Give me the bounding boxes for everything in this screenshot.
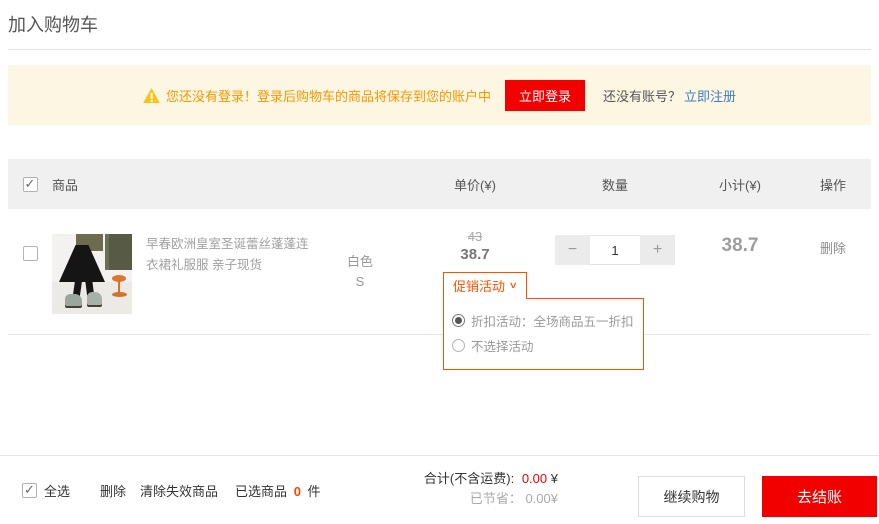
promotion-button-label: 促销活动 — [453, 276, 505, 295]
radio-unselected-icon — [452, 339, 465, 352]
header-quantity: 数量 — [545, 175, 685, 194]
select-all-label[interactable]: 全选 — [44, 481, 70, 500]
total-currency: ¥ — [551, 471, 558, 486]
promo-option-discount[interactable]: 折扣活动：全场商品五一折扣 — [452, 311, 635, 330]
delete-selected-link[interactable]: 删除 — [100, 481, 126, 500]
saved-value: 0.00¥ — [525, 491, 558, 506]
item-price-cell: 43 38.7 — [405, 209, 545, 263]
header-checkbox-cell — [8, 177, 52, 192]
selected-count-text: 已选商品 0 件 — [235, 481, 321, 500]
product-name[interactable]: 早春欧洲皇室圣诞蕾丝蓬蓬连衣裙礼服服 亲子现货 — [146, 234, 314, 314]
login-now-button[interactable]: 立即登录 — [505, 80, 585, 111]
select-all-checkbox[interactable] — [22, 483, 37, 498]
image-cabinet-side-shape — [105, 234, 109, 270]
header-subtotal: 小计(¥) — [685, 175, 795, 194]
total-label: 合计(不含运费): — [424, 471, 514, 486]
promo-option-label: 不选择活动 — [471, 336, 534, 355]
image-boot-shape — [65, 294, 82, 306]
item-product-cell: 早春欧洲皇室圣诞蕾丝蓬蓬连衣裙礼服服 亲子现货 — [52, 209, 315, 314]
clear-invalid-link[interactable]: 清除失效商品 — [140, 481, 218, 500]
promo-option-label: 折扣活动：全场商品五一折扣 — [471, 311, 634, 330]
page-title: 加入购物车 — [8, 11, 871, 37]
quantity-input[interactable] — [590, 235, 640, 265]
page-header: 加入购物车 — [8, 0, 871, 50]
login-message: 您还没有登录！登录后购物车的商品将保存到您的账户中 — [166, 86, 491, 105]
item-checkbox-cell — [8, 209, 52, 261]
product-image — [52, 234, 132, 314]
item-size: S — [315, 272, 405, 292]
continue-shopping-button[interactable]: 继续购物 — [638, 476, 745, 517]
header-action: 操作 — [795, 175, 871, 194]
promo-option-none[interactable]: 不选择活动 — [452, 336, 635, 355]
current-price: 38.7 — [405, 246, 545, 263]
cart-item-row: 早春欧洲皇室圣诞蕾丝蓬蓬连衣裙礼服服 亲子现货 白色 S 43 38.7 − +… — [8, 209, 871, 335]
item-attrs-cell: 白色 S — [315, 209, 405, 292]
selected-prefix: 已选商品 — [235, 484, 287, 499]
header-product: 商品 — [52, 175, 315, 194]
promotion-button[interactable]: 促销活动 ∨ — [443, 272, 527, 299]
quantity-increase-button[interactable]: + — [640, 235, 675, 265]
original-price: 43 — [405, 229, 545, 244]
saved-label: 已节省： — [470, 491, 522, 506]
promotion-dropdown: 促销活动 ∨ 折扣活动：全场商品五一折扣 不选择活动 — [443, 272, 527, 299]
selected-suffix: 件 — [308, 484, 321, 499]
quantity-stepper: − + — [555, 235, 675, 265]
image-cabinet-shape — [109, 234, 132, 270]
selected-count: 0 — [294, 484, 301, 499]
item-action-cell: 删除 — [795, 209, 871, 258]
quantity-decrease-button[interactable]: − — [555, 235, 590, 265]
item-subtotal: 38.7 — [685, 209, 795, 257]
total-line: 合计(不含运费): 0.00 ¥ — [424, 469, 558, 489]
cart-page: 加入购物车 您还没有登录！登录后购物车的商品将保存到您的账户中 立即登录 还没有… — [0, 0, 879, 335]
cart-table-header: 商品 单价(¥) 数量 小计(¥) 操作 — [8, 159, 871, 209]
checkout-button[interactable]: 去结账 — [762, 476, 877, 517]
chevron-down-icon: ∨ — [509, 280, 518, 291]
image-boot-shape — [87, 292, 102, 305]
select-all-checkbox-header[interactable] — [23, 177, 38, 192]
delete-item-link[interactable]: 删除 — [820, 241, 846, 256]
cart-footer-bar: 全选 删除 清除失效商品 已选商品 0 件 合计(不含运费): 0.00 ¥ 已… — [0, 455, 879, 524]
item-checkbox[interactable] — [23, 246, 38, 261]
item-quantity-cell: − + — [545, 209, 685, 265]
item-color: 白色 — [315, 252, 405, 272]
radio-selected-icon — [452, 314, 465, 327]
promotion-panel: 折扣活动：全场商品五一折扣 不选择活动 — [443, 298, 644, 370]
register-link[interactable]: 立即注册 — [684, 86, 736, 105]
login-banner: 您还没有登录！登录后购物车的商品将保存到您的账户中 立即登录 还没有账号？ 立即… — [8, 65, 871, 125]
no-account-text: 还没有账号？ — [603, 86, 681, 105]
saved-line: 已节省： 0.00¥ — [424, 489, 558, 509]
header-unit-price: 单价(¥) — [405, 175, 545, 194]
total-value: 0.00 — [522, 471, 547, 486]
warning-icon — [143, 88, 160, 103]
totals-block: 合计(不含运费): 0.00 ¥ 已节省： 0.00¥ — [424, 469, 558, 509]
image-stool-base-shape — [112, 292, 127, 297]
